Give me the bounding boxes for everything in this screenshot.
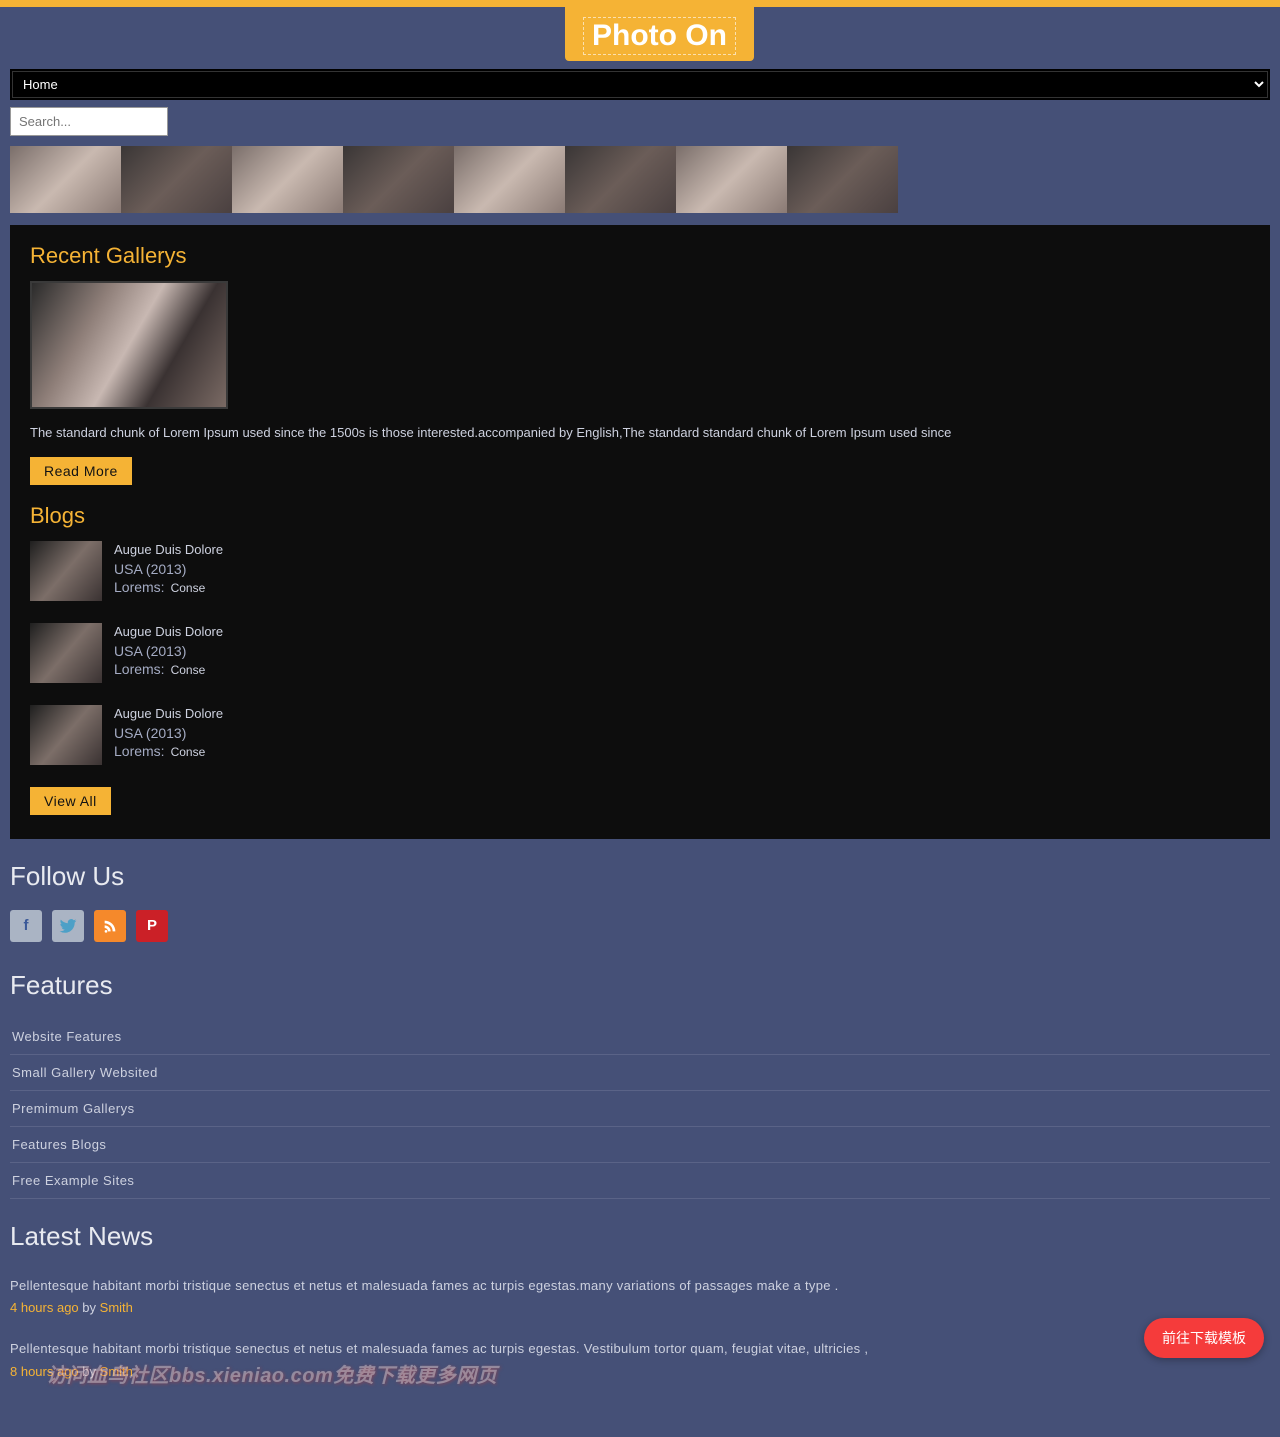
carousel-thumb[interactable] — [454, 146, 565, 213]
blog-title[interactable]: Augue Duis Dolore — [114, 705, 223, 723]
recent-gallerys-heading: Recent Gallerys — [30, 243, 1250, 269]
social-icons-row: f P — [10, 910, 1270, 942]
blog-title[interactable]: Augue Duis Dolore — [114, 541, 223, 559]
news-item: Pellentesque habitant morbi tristique se… — [10, 1270, 1270, 1316]
read-more-button[interactable]: Read More — [30, 457, 132, 485]
feature-link[interactable]: Premimum Gallerys — [10, 1091, 1270, 1127]
blog-lorems-label: Lorems: — [114, 579, 165, 595]
feature-link[interactable]: Free Example Sites — [10, 1163, 1270, 1199]
watermark-text: 访问血鸟社区bbs.xieniao.com免费下载更多网页 — [46, 1359, 497, 1388]
facebook-icon[interactable]: f — [10, 910, 42, 942]
view-all-button[interactable]: View All — [30, 787, 111, 815]
blog-item: Augue Duis Dolore USA (2013) Lorems: Con… — [30, 623, 1250, 683]
news-by-label: by — [82, 1300, 96, 1315]
carousel-thumb[interactable] — [676, 146, 787, 213]
features-heading: Features — [10, 970, 1270, 1001]
blog-lorems-value: Conse — [171, 581, 206, 595]
nav-bar: Home — [10, 69, 1270, 100]
blogs-heading: Blogs — [30, 503, 1250, 529]
blog-title[interactable]: Augue Duis Dolore — [114, 623, 223, 641]
blog-lorems-label: Lorems: — [114, 661, 165, 677]
twitter-icon[interactable] — [52, 910, 84, 942]
twitter-bird-icon — [59, 919, 77, 933]
news-text: Pellentesque habitant morbi tristique se… — [10, 1339, 1270, 1359]
carousel-thumbnails — [10, 146, 1270, 213]
news-time: 4 hours ago — [10, 1300, 79, 1315]
carousel-thumb[interactable] — [787, 146, 898, 213]
feature-link[interactable]: Website Features — [10, 1019, 1270, 1055]
search-input[interactable] — [10, 107, 168, 136]
blog-thumb[interactable] — [30, 541, 102, 601]
blog-subtitle: USA (2013) — [114, 725, 223, 741]
main-panel: Recent Gallerys The standard chunk of Lo… — [10, 225, 1270, 839]
news-text: Pellentesque habitant morbi tristique se… — [10, 1276, 1270, 1296]
blog-thumb[interactable] — [30, 623, 102, 683]
recent-gallery-desc: The standard chunk of Lorem Ipsum used s… — [30, 423, 1250, 443]
carousel-thumb[interactable] — [343, 146, 454, 213]
carousel-thumb[interactable] — [10, 146, 121, 213]
blog-subtitle: USA (2013) — [114, 561, 223, 577]
news-author[interactable]: Smith — [100, 1300, 133, 1315]
site-logo[interactable]: Photo On — [565, 7, 754, 61]
latest-news-heading: Latest News — [10, 1221, 1270, 1252]
blog-item: Augue Duis Dolore USA (2013) Lorems: Con… — [30, 541, 1250, 601]
carousel-thumb[interactable] — [232, 146, 343, 213]
blog-lorems-label: Lorems: — [114, 743, 165, 759]
rss-icon[interactable] — [94, 910, 126, 942]
site-logo-text: Photo On — [583, 17, 736, 55]
blog-lorems-value: Conse — [171, 745, 206, 759]
feature-link[interactable]: Features Blogs — [10, 1127, 1270, 1163]
follow-us-heading: Follow Us — [10, 861, 1270, 892]
blog-thumb[interactable] — [30, 705, 102, 765]
top-accent-strip — [0, 0, 1280, 7]
pinterest-icon[interactable]: P — [136, 910, 168, 942]
blog-lorems-value: Conse — [171, 663, 206, 677]
download-template-cta[interactable]: 前往下载模板 — [1144, 1318, 1264, 1358]
blog-subtitle: USA (2013) — [114, 643, 223, 659]
rss-glyph-icon — [102, 918, 118, 934]
carousel-thumb[interactable] — [121, 146, 232, 213]
feature-link[interactable]: Small Gallery Websited — [10, 1055, 1270, 1091]
features-list: Website Features Small Gallery Websited … — [10, 1019, 1270, 1199]
nav-select[interactable]: Home — [12, 71, 1268, 98]
blog-item: Augue Duis Dolore USA (2013) Lorems: Con… — [30, 705, 1250, 765]
recent-gallery-image[interactable] — [30, 281, 228, 409]
carousel-thumb[interactable] — [565, 146, 676, 213]
